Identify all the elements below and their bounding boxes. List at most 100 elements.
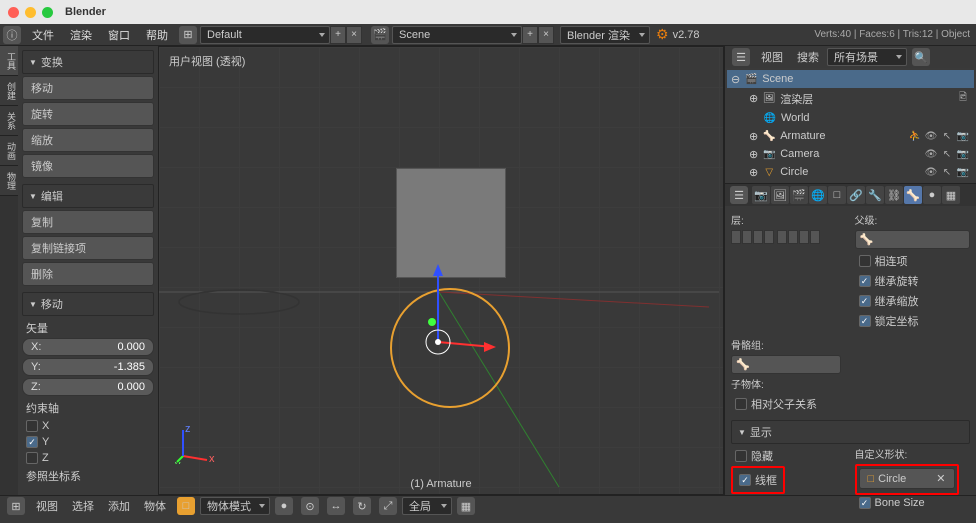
menu-render[interactable]: 渲染 <box>62 27 100 43</box>
tab-relations[interactable]: 关系 <box>0 106 18 136</box>
delete-button[interactable]: 删除 <box>22 262 154 286</box>
bb-view[interactable]: 视图 <box>30 498 64 514</box>
bb-select[interactable]: 选择 <box>66 498 100 514</box>
layer-grid-1[interactable] <box>731 230 774 244</box>
layout-add[interactable]: + <box>330 26 346 44</box>
tree-circle[interactable]: ⊕ ▽ Circle 👁↖📷 <box>727 163 974 181</box>
translate-header[interactable]: 移动 <box>22 292 154 316</box>
tab-tools[interactable]: 工具 <box>0 46 18 76</box>
bb-object[interactable]: 物体 <box>138 498 172 514</box>
expand-icon[interactable]: ⊕ <box>749 166 758 179</box>
render-icon[interactable]: 📷 <box>956 167 970 178</box>
window-minimize[interactable] <box>25 7 36 18</box>
menu-file[interactable]: 文件 <box>24 27 62 43</box>
tab-material[interactable]: ● <box>923 186 941 204</box>
rotate-button[interactable]: 旋转 <box>22 102 154 126</box>
pivot-icon[interactable]: ⊙ <box>301 497 319 515</box>
expand-icon[interactable]: ⊕ <box>749 130 758 143</box>
back-icon[interactable]: ⊞ <box>179 26 197 44</box>
mode-dropdown[interactable]: 物体模式 <box>200 497 270 515</box>
menu-help[interactable]: 帮助 <box>138 27 176 43</box>
eye-icon[interactable]: 👁 <box>924 167 938 178</box>
blender-icon[interactable]: ⓘ <box>3 26 21 44</box>
bone-size-check[interactable]: Bone Size <box>855 495 971 511</box>
tree-renderlayer[interactable]: ⊕ 🖼 渲染层 🖻 <box>727 88 974 109</box>
tab-render[interactable]: 📷 <box>752 186 770 204</box>
custom-shape-field[interactable]: □ Circle ✕ <box>859 468 955 489</box>
tab-physics[interactable]: 物理 <box>0 166 18 196</box>
scale-button[interactable]: 缩放 <box>22 128 154 152</box>
duplicate-linked-button[interactable]: 复制链接项 <box>22 236 154 260</box>
window-maximize[interactable] <box>42 7 53 18</box>
manipulator-icon[interactable]: ↔ <box>327 497 345 515</box>
constraint-z[interactable]: Z <box>22 450 154 466</box>
menu-window[interactable]: 窗口 <box>100 27 138 43</box>
outliner-search[interactable]: 搜索 <box>791 49 825 65</box>
constraint-y[interactable]: Y <box>22 434 154 450</box>
tab-texture[interactable]: ▦ <box>942 186 960 204</box>
related-check[interactable]: 相连项 <box>855 251 971 271</box>
tree-scene[interactable]: ⊖ 🎬 Scene <box>727 70 974 88</box>
engine-dropdown[interactable]: Blender 渲染 <box>560 26 650 44</box>
pose-icon[interactable]: ⛹ <box>908 131 922 142</box>
eye-icon[interactable]: 👁 <box>924 149 938 160</box>
scene-add[interactable]: + <box>522 26 538 44</box>
bb-add[interactable]: 添加 <box>102 498 136 514</box>
tab-scene[interactable]: 🎬 <box>790 186 808 204</box>
hide-check[interactable]: 隐藏 <box>731 446 847 466</box>
render-icon[interactable]: 📷 <box>956 149 970 160</box>
mode-icon[interactable]: □ <box>177 497 195 515</box>
tab-object[interactable]: □ <box>828 186 846 204</box>
window-close[interactable] <box>8 7 19 18</box>
scene-icon[interactable]: 🎬 <box>371 26 389 44</box>
constraint-x[interactable]: X <box>22 418 154 434</box>
tab-animation[interactable]: 动画 <box>0 136 18 166</box>
tab-world[interactable]: 🌐 <box>809 186 827 204</box>
parent-field[interactable]: 🦴 <box>855 230 971 249</box>
cursor-icon[interactable]: ↖ <box>940 167 954 178</box>
render-icon[interactable]: 📷 <box>956 131 970 142</box>
cursor-icon[interactable]: ↖ <box>940 131 954 142</box>
search-icon[interactable]: 🔍 <box>912 48 930 66</box>
orientation-dropdown[interactable]: 全局 <box>402 497 452 515</box>
scene-remove[interactable]: × <box>538 26 554 44</box>
inherit-rot-check[interactable]: 继承旋转 <box>855 271 971 291</box>
tab-bone[interactable]: 🦴 <box>904 186 922 204</box>
editor-type-icon[interactable]: ⊞ <box>7 497 25 515</box>
manipulator-gizmo[interactable] <box>418 262 498 382</box>
rotate-icon[interactable]: ↻ <box>353 497 371 515</box>
tree-world[interactable]: 🌐 World <box>727 109 974 127</box>
props-type-icon[interactable]: ☰ <box>730 186 748 204</box>
layout-dropdown[interactable]: Default <box>200 26 330 44</box>
y-field[interactable]: Y:-1.385 <box>22 358 154 376</box>
z-field[interactable]: Z:0.000 <box>22 378 154 396</box>
tree-armature[interactable]: ⊕ 🦴 Armature ⛹👁↖📷 <box>727 127 974 145</box>
shading-icon[interactable]: ● <box>275 497 293 515</box>
layer-grid-2[interactable] <box>777 230 820 244</box>
expand-icon[interactable]: ⊖ <box>731 73 740 86</box>
tab-data[interactable]: ⛓ <box>885 186 903 204</box>
outliner-view[interactable]: 视图 <box>755 49 789 65</box>
bone-group-field[interactable]: 🦴 <box>731 355 841 374</box>
mirror-button[interactable]: 镜像 <box>22 154 154 178</box>
outliner-type-icon[interactable]: ☰ <box>732 48 750 66</box>
display-header[interactable]: 显示 <box>731 420 970 444</box>
image-icon[interactable]: 🖻 <box>956 90 970 107</box>
scale-icon[interactable]: ⤢ <box>379 497 397 515</box>
expand-icon[interactable]: ⊕ <box>749 148 758 161</box>
tab-constraints[interactable]: 🔗 <box>847 186 865 204</box>
outliner-filter[interactable]: 所有场景 <box>827 48 907 66</box>
layout-remove[interactable]: × <box>346 26 362 44</box>
rel-parent-check[interactable]: 相对父子关系 <box>731 394 970 414</box>
lock-loc-check[interactable]: 锁定坐标 <box>855 311 971 331</box>
edit-header[interactable]: 编辑 <box>22 184 154 208</box>
inherit-scale-check[interactable]: 继承缩放 <box>855 291 971 311</box>
tab-create[interactable]: 创建 <box>0 76 18 106</box>
expand-icon[interactable]: ⊕ <box>749 92 758 105</box>
viewport-3d[interactable]: 用户视图 (透视) (1) Armature x y z <box>158 46 724 495</box>
wireframe-check[interactable]: 线框 <box>735 470 781 490</box>
cursor-icon[interactable]: ↖ <box>940 149 954 160</box>
layers-icon[interactable]: ▦ <box>457 497 475 515</box>
tab-modifiers[interactable]: 🔧 <box>866 186 884 204</box>
scene-dropdown[interactable]: Scene <box>392 26 522 44</box>
